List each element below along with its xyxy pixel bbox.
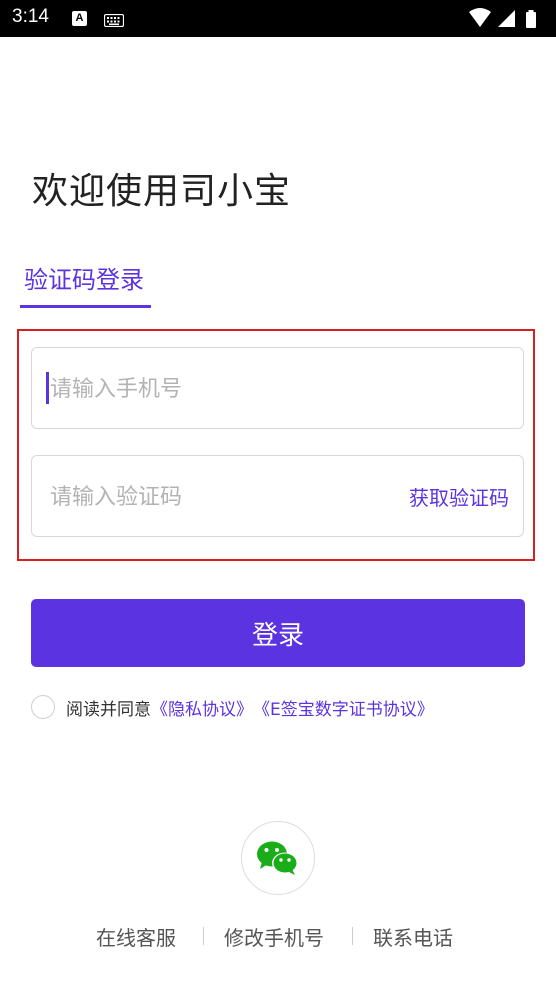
esign-agreement-link[interactable]: 《E签宝数字证书协议》 [253,695,434,720]
customer-service-link[interactable]: 在线客服 [96,922,176,951]
agree-radio[interactable] [31,695,55,719]
login-button[interactable]: 登录 [31,599,525,667]
system-icons [468,8,544,34]
welcome-title: 欢迎使用司小宝 [32,171,292,212]
wechat-login-button[interactable] [241,821,315,895]
code-input[interactable] [48,456,382,538]
privacy-agreement-link[interactable]: 《隐私协议》 [151,695,253,720]
agreement-row: 阅读并同意 《隐私协议》 《E签宝数字证书协议》 [31,694,434,720]
status-bar: 3:14 A [0,0,556,37]
tab-sms-login[interactable]: 验证码登录 [24,260,144,295]
wifi-icon [469,8,491,27]
change-phone-link[interactable]: 修改手机号 [224,922,324,951]
code-field[interactable]: 获取验证码 [31,455,524,538]
footer-links: 在线客服 修改手机号 联系电话 [0,922,556,952]
agreement-prefix: 阅读并同意 [66,699,151,720]
wechat-icon [257,841,298,875]
tab-active-indicator [20,305,151,308]
footer-divider [203,927,204,945]
get-code-button[interactable]: 获取验证码 [409,482,509,511]
contact-phone-link[interactable]: 联系电话 [373,922,453,951]
battery-icon [526,10,536,28]
status-time: 3:14 [12,6,49,27]
footer-divider [352,927,353,945]
signal-icon [498,10,515,27]
phone-input[interactable] [48,348,382,430]
notification-a-icon: A [72,11,87,26]
phone-field[interactable] [31,347,524,430]
keyboard-icon [103,12,125,31]
